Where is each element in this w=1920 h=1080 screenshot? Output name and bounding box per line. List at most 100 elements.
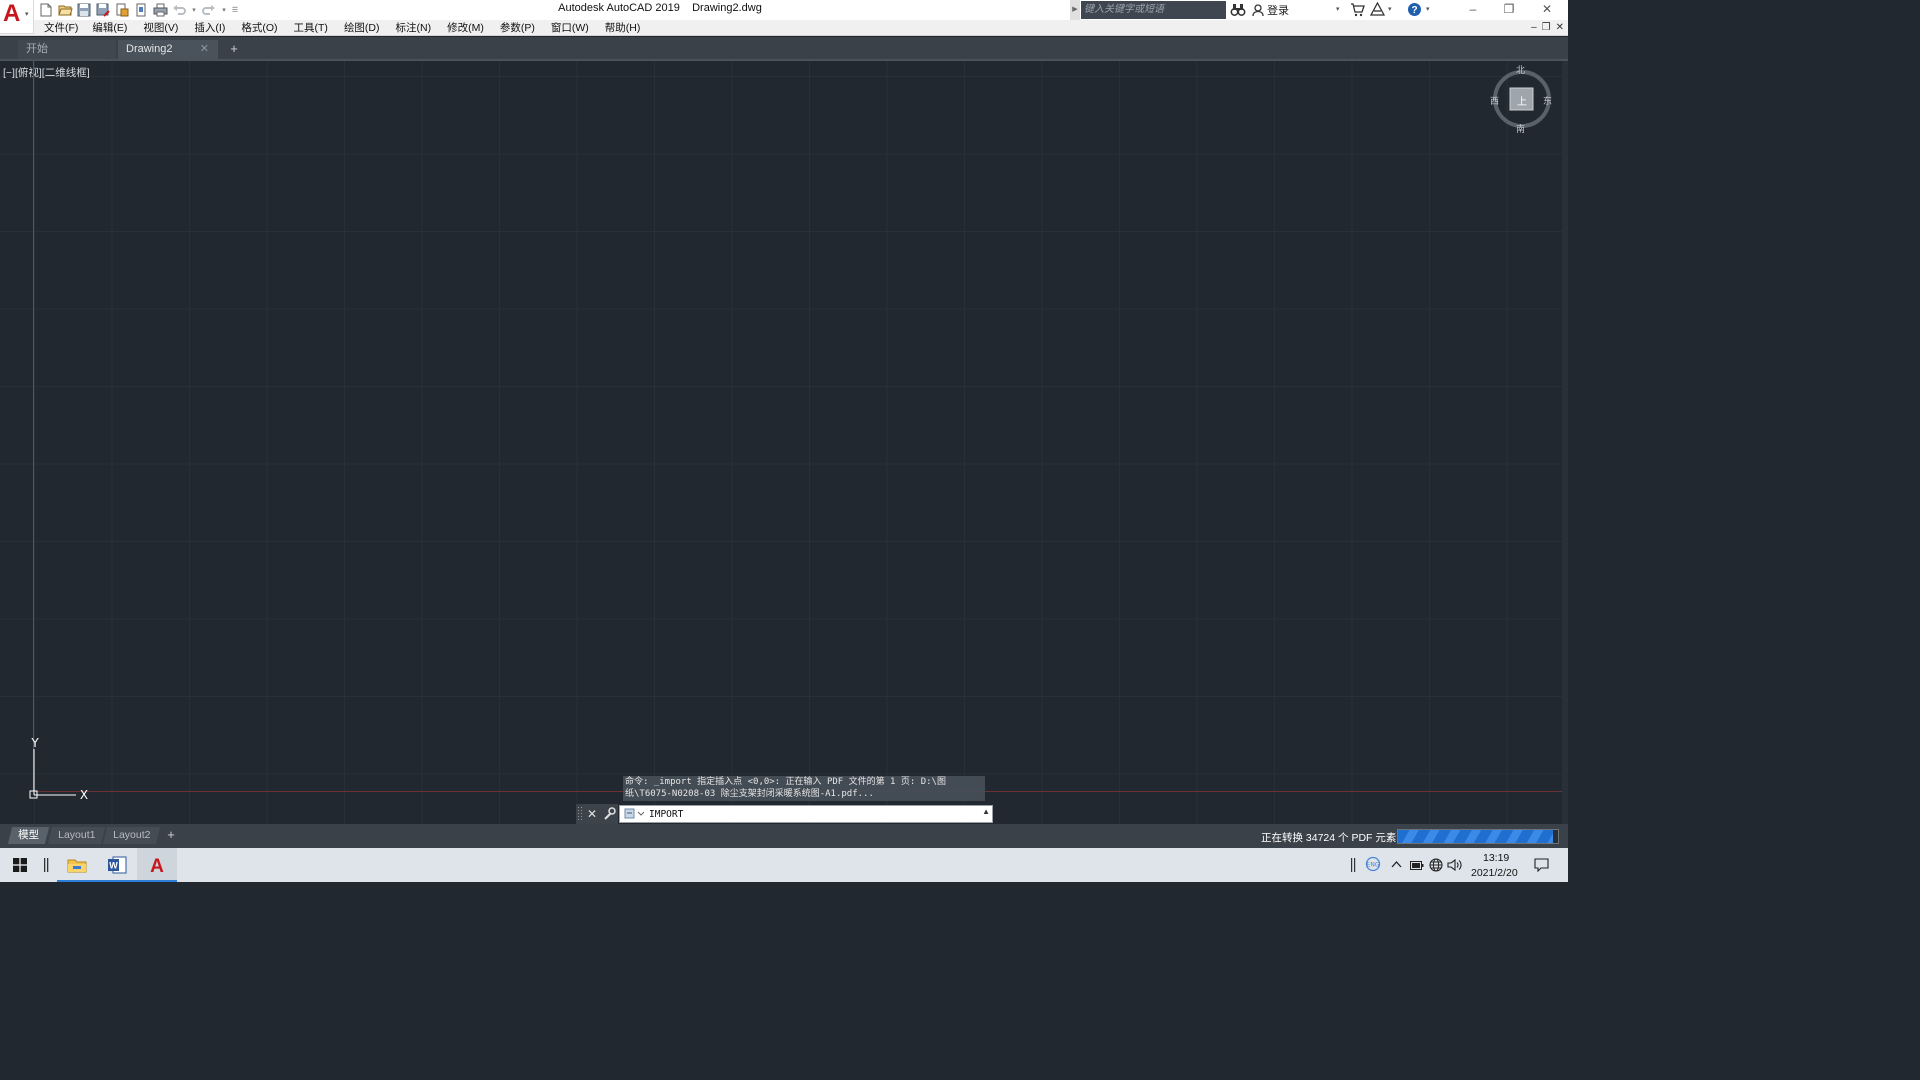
signin-label: 登录 — [1267, 5, 1289, 17]
menu-list: 文件(F) 编辑(E) 视图(V) 插入(I) 格式(O) 工具(T) 绘图(D… — [44, 21, 640, 35]
notification-icon[interactable] — [1534, 858, 1549, 875]
wrench-icon[interactable] — [600, 804, 618, 824]
menu-file[interactable]: 文件(F) — [44, 21, 78, 35]
tab-layout2[interactable]: Layout2 — [102, 827, 161, 844]
menu-modify[interactable]: 修改(M) — [447, 21, 484, 35]
publish-icon[interactable] — [114, 2, 130, 18]
task-view-icon[interactable] — [32, 848, 60, 882]
compass-west[interactable]: 西 — [1490, 94, 1499, 107]
plot-icon[interactable] — [152, 2, 168, 18]
progress-bar-fill — [1398, 830, 1554, 843]
doc-close-icon[interactable]: ✕ — [1556, 20, 1564, 35]
drawing-viewport[interactable]: [−][俯视][二维线框] 北 南 东 西 上 Y X — [0, 61, 1562, 824]
doc-minimize-icon[interactable]: – — [1531, 20, 1537, 35]
taskbar-clock-time[interactable]: 13:19 — [1483, 852, 1509, 864]
compass-south[interactable]: 南 — [1516, 122, 1525, 135]
redo-icon[interactable] — [201, 2, 217, 18]
menu-tools[interactable]: 工具(T) — [294, 21, 328, 35]
viewcube-face-top[interactable]: 上 — [1517, 93, 1527, 108]
battery-icon[interactable] — [1410, 861, 1424, 873]
tab-model[interactable]: 模型 — [7, 827, 50, 844]
file-explorer-icon[interactable] — [57, 848, 97, 882]
menu-edit[interactable]: 编辑(E) — [92, 21, 127, 35]
command-history: 命令: _import 指定插入点 <0,0>: 正在输入 PDF 文件的第 1… — [623, 776, 985, 801]
svg-text:W: W — [109, 861, 118, 871]
plot-preview-icon[interactable] — [133, 2, 149, 18]
window-title: Autodesk AutoCAD 2019 Drawing2.dwg — [480, 2, 840, 14]
show-desktop-divider-icon — [1350, 858, 1356, 875]
tab-layout2-label: Layout2 — [113, 829, 151, 841]
add-layout-button[interactable]: + — [163, 827, 179, 843]
progress-status-text: 正在转换 34724 个 PDF 元素... — [1261, 832, 1406, 844]
search-expand-icon[interactable]: ▶ — [1070, 0, 1080, 20]
binoculars-icon[interactable] — [1230, 2, 1246, 18]
command-line-close-icon[interactable]: ✕ — [584, 804, 600, 824]
command-input[interactable] — [649, 806, 969, 822]
ucs-x-label: X — [80, 788, 88, 799]
tab-drawing2[interactable]: Drawing2 ✕ — [118, 40, 218, 59]
menu-draw[interactable]: 绘图(D) — [344, 21, 380, 35]
ime-icon[interactable]: ENG — [1365, 856, 1381, 875]
menu-view[interactable]: 视图(V) — [143, 21, 178, 35]
chevron-up-icon[interactable] — [1391, 859, 1402, 871]
title-bar: ▾ ▾ ☰ Autodesk AutoCAD 2019 Drawing2.dwg… — [0, 0, 1568, 20]
signin-dropdown-icon[interactable]: ▾ — [1336, 5, 1340, 13]
undo-dropdown-icon[interactable]: ▾ — [190, 6, 198, 14]
command-history-line: 命令: _import 指定插入点 <0,0>: 正在输入 PDF 文件的第 1… — [625, 777, 946, 787]
application-menu-button[interactable]: A ▾ — [0, 0, 34, 34]
help-search-input[interactable]: 键入关键字或短语 — [1081, 1, 1226, 19]
exchange-dropdown-icon[interactable]: ▾ — [1388, 5, 1392, 13]
user-icon — [1252, 3, 1264, 16]
save-icon[interactable] — [76, 2, 92, 18]
command-line: ✕ ▲ — [576, 804, 994, 824]
command-history-line: 纸\T6075-N0208-03 除尘支架封闭采暖系统图-A1.pdf... — [625, 789, 874, 799]
status-bar: 模型 Layout1 Layout2 + 正在转换 34724 个 PDF 元素… — [0, 824, 1568, 848]
command-prompt-icon[interactable] — [624, 808, 645, 823]
command-line-grip-icon[interactable] — [576, 804, 584, 824]
redo-dropdown-icon[interactable]: ▾ — [220, 6, 228, 14]
word-icon[interactable]: W — [97, 848, 137, 882]
quick-access-toolbar: ▾ ▾ ☰ — [38, 2, 239, 18]
tab-layout1[interactable]: Layout1 — [47, 827, 106, 844]
menu-dimension[interactable]: 标注(N) — [396, 21, 432, 35]
menu-format[interactable]: 格式(O) — [241, 21, 277, 35]
customize-qat-icon[interactable]: ☰ — [231, 6, 239, 14]
new-tab-button[interactable]: + — [226, 41, 242, 57]
tab-start[interactable]: 开始 — [18, 40, 116, 59]
close-tab-icon[interactable]: ✕ — [200, 40, 209, 58]
recent-commands-icon[interactable]: ▲ — [982, 807, 990, 816]
menu-bar: 文件(F) 编辑(E) 视图(V) 插入(I) 格式(O) 工具(T) 绘图(D… — [0, 20, 1568, 36]
viewcube[interactable]: 北 南 东 西 上 — [1488, 63, 1556, 135]
save-as-icon[interactable] — [95, 2, 111, 18]
menu-window[interactable]: 窗口(W) — [551, 21, 589, 35]
taskbar-clock-date[interactable]: 2021/2/20 — [1471, 867, 1518, 879]
restore-window-icon[interactable]: ❐ — [1491, 0, 1527, 20]
help-icon[interactable]: ? — [1407, 2, 1422, 20]
exchange-apps-icon[interactable] — [1369, 1, 1386, 20]
new-icon[interactable] — [38, 2, 54, 18]
minimize-window-icon[interactable]: – — [1455, 0, 1491, 20]
svg-text:A: A — [150, 856, 164, 874]
doc-restore-icon[interactable]: ❐ — [1542, 20, 1551, 35]
menu-parametric[interactable]: 参数(P) — [500, 21, 535, 35]
network-icon[interactable] — [1429, 858, 1443, 875]
y-axis-line — [33, 61, 34, 791]
cart-icon[interactable] — [1350, 2, 1365, 20]
menu-insert[interactable]: 插入(I) — [194, 21, 225, 35]
undo-icon[interactable] — [171, 2, 187, 18]
document-name: Drawing2.dwg — [692, 2, 762, 14]
close-window-icon[interactable]: ✕ — [1529, 0, 1565, 20]
compass-north[interactable]: 北 — [1516, 63, 1525, 76]
svg-text:?: ? — [1411, 5, 1417, 16]
compass-east[interactable]: 东 — [1543, 94, 1552, 107]
volume-icon[interactable] — [1447, 858, 1462, 875]
autocad-taskbar-icon[interactable]: A — [137, 848, 177, 882]
help-dropdown-icon[interactable]: ▾ — [1426, 5, 1430, 13]
open-icon[interactable] — [57, 2, 73, 18]
tab-model-label: 模型 — [18, 829, 40, 841]
app-name: Autodesk AutoCAD 2019 — [558, 2, 680, 14]
menu-help[interactable]: 帮助(H) — [605, 21, 641, 35]
viewport-controls-label[interactable]: [−][俯视][二维线框] — [3, 65, 90, 80]
signin-button[interactable]: 登录 — [1252, 2, 1289, 18]
viewport-scrollbar[interactable] — [1562, 61, 1568, 824]
